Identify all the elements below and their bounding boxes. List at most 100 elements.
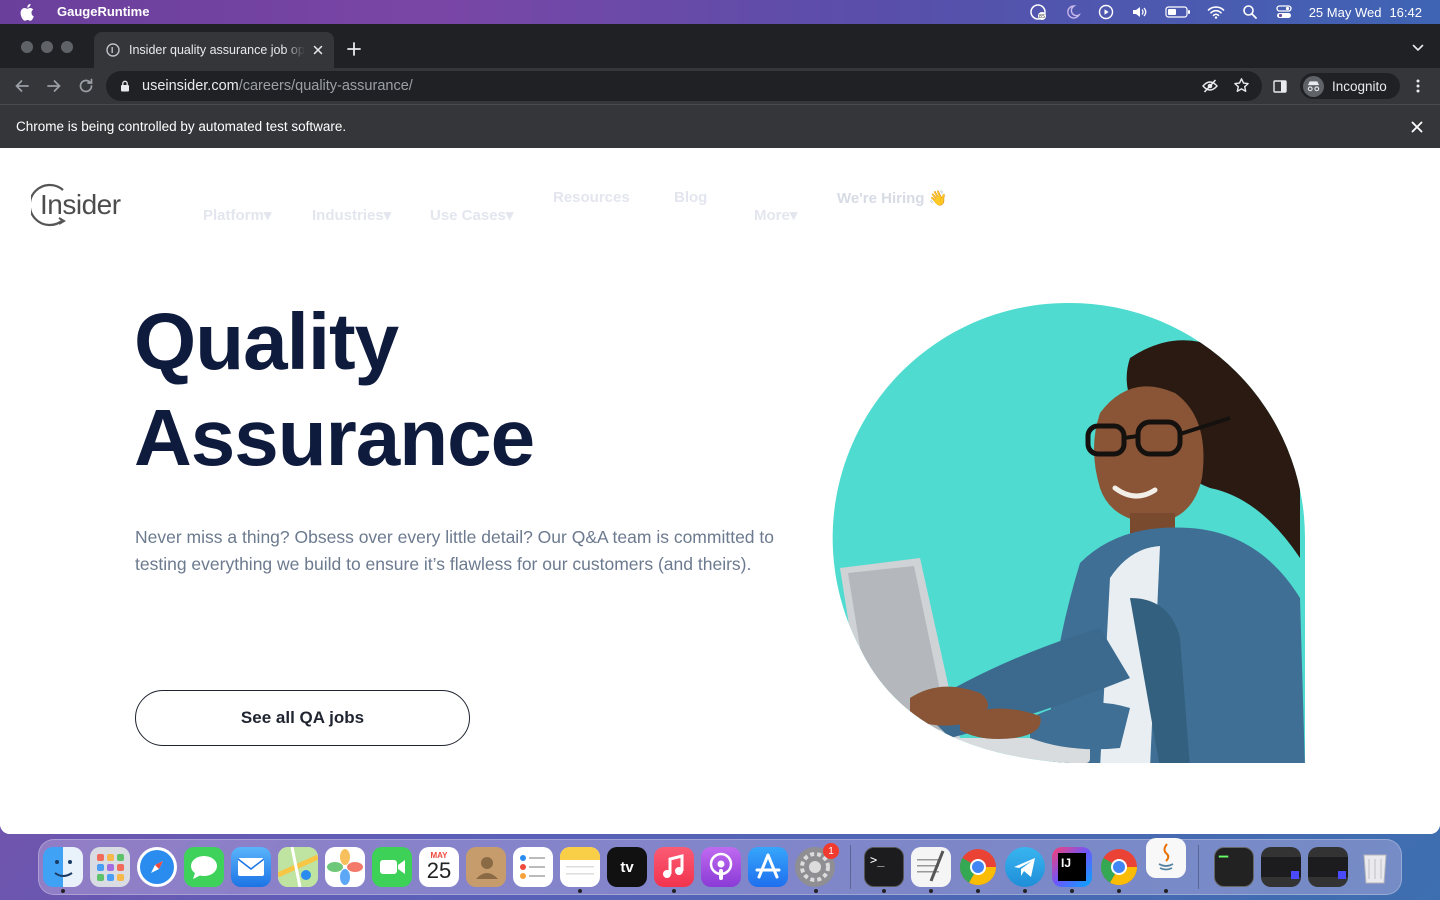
dock-separator <box>850 845 851 889</box>
apple-icon[interactable] <box>20 3 36 21</box>
tab-title: Insider quality assurance job opportunit… <box>129 43 305 57</box>
browser-toolbar: useinsider.com/careers/quality-assurance… <box>0 68 1440 104</box>
textedit-icon[interactable] <box>911 847 951 887</box>
nav-industries[interactable]: Industries▾ <box>312 206 391 224</box>
browser-window: Insider quality assurance job opportunit… <box>0 24 1440 834</box>
close-tab-icon[interactable] <box>311 43 325 57</box>
profile-label: Incognito <box>1332 78 1387 94</box>
chrome-2-icon[interactable] <box>1099 847 1139 887</box>
notes-icon[interactable] <box>560 847 600 887</box>
gauge-badge-icon[interactable]: 85 <box>1029 4 1047 20</box>
photos-icon[interactable] <box>325 847 365 887</box>
java-icon[interactable] <box>1146 838 1186 878</box>
calendar-day: 25 <box>426 857 452 883</box>
maps-icon[interactable] <box>278 847 318 887</box>
intellij-idea-icon[interactable]: IJ <box>1052 847 1092 887</box>
page-description: Never miss a thing? Obsess over every li… <box>135 527 774 574</box>
notes-running-indicator <box>578 889 582 893</box>
finder-icon[interactable] <box>43 847 83 887</box>
address-bar[interactable]: useinsider.com/careers/quality-assurance… <box>106 71 1262 101</box>
insider-favicon-icon <box>106 43 120 57</box>
chrome-menu-icon[interactable] <box>1412 78 1424 94</box>
third-party-cookies-blocked-icon[interactable] <box>1202 78 1218 94</box>
messages-icon[interactable] <box>184 847 224 887</box>
facetime-icon[interactable] <box>372 847 412 887</box>
intellij-label: IJ <box>1058 853 1086 881</box>
chrome-running-indicator <box>976 889 980 893</box>
lock-icon[interactable] <box>120 80 130 92</box>
music-icon[interactable] <box>654 847 694 887</box>
infobar-message: Chrome is being controlled by automated … <box>16 119 347 134</box>
apple-tv-icon[interactable]: tv <box>607 847 647 887</box>
side-panel-icon[interactable] <box>1273 80 1287 93</box>
minimize-window-button[interactable] <box>41 41 53 53</box>
mail-icon[interactable] <box>231 847 271 887</box>
page-title-line-2: Assurance <box>134 393 535 482</box>
new-tab-icon[interactable] <box>346 41 362 57</box>
nav-platform[interactable]: Platform▾ <box>203 206 271 224</box>
menubar-date[interactable]: 25 May Wed <box>1309 5 1382 20</box>
dock-separator-2 <box>1198 845 1199 889</box>
system-preferences-running-indicator <box>814 889 818 893</box>
textedit-running-indicator <box>929 889 933 893</box>
calendar-icon[interactable]: MAY 25 <box>419 847 459 887</box>
play-circle-icon[interactable] <box>1097 4 1115 20</box>
url-path: /careers/quality-assurance/ <box>238 78 413 94</box>
active-app-name[interactable]: GaugeRuntime <box>57 4 149 19</box>
chrome-2-running-indicator <box>1117 889 1121 893</box>
close-window-button[interactable] <box>21 41 33 53</box>
tab-strip: Insider quality assurance job opportunit… <box>0 24 1440 68</box>
finder-running-indicator <box>61 889 65 893</box>
reminders-icon[interactable] <box>513 847 553 887</box>
telegram-running-indicator <box>1023 889 1027 893</box>
terminal-running-indicator <box>882 889 886 893</box>
nav-blog[interactable]: Blog <box>674 189 707 206</box>
music-running-indicator <box>672 889 676 893</box>
page-title-line-1: Quality <box>134 297 399 386</box>
reload-icon[interactable] <box>77 77 95 95</box>
spotlight-search-icon[interactable] <box>1241 4 1259 20</box>
java-running-indicator <box>1164 889 1168 893</box>
minimized-window-1-icon[interactable] <box>1214 847 1254 887</box>
safari-icon[interactable] <box>137 847 177 887</box>
tab-active[interactable]: Insider quality assurance job opportunit… <box>94 32 334 68</box>
minimized-window-2-icon[interactable] <box>1261 847 1301 887</box>
tab-search-chevron-icon[interactable] <box>1412 43 1424 53</box>
telegram-icon[interactable] <box>1005 847 1045 887</box>
nav-hiring[interactable]: We're Hiring 👋 <box>837 189 947 207</box>
terminal-prompt: >_ <box>870 853 885 867</box>
page-title: Quality Assurance <box>134 294 535 486</box>
launchpad-icon[interactable] <box>90 847 130 887</box>
trash-icon[interactable] <box>1355 847 1395 887</box>
insider-logo[interactable]: Insider <box>31 182 131 228</box>
close-infobar-icon[interactable] <box>1410 120 1424 134</box>
menubar-time[interactable]: 16:42 <box>1389 5 1422 20</box>
control-center-icon[interactable] <box>1275 4 1293 20</box>
see-all-qa-jobs-button[interactable]: See all QA jobs <box>135 690 470 746</box>
automation-infobar: Chrome is being controlled by automated … <box>0 104 1440 148</box>
logo-text: Insider <box>40 189 121 220</box>
wifi-icon[interactable] <box>1207 4 1225 20</box>
back-arrow-icon[interactable] <box>13 77 31 95</box>
apple-tv-label: tv <box>620 858 634 876</box>
volume-icon[interactable] <box>1131 4 1149 20</box>
intellij-running-indicator <box>1070 889 1074 893</box>
incognito-profile-button[interactable]: Incognito <box>1300 73 1400 99</box>
bookmark-star-icon[interactable] <box>1233 77 1250 94</box>
zoom-window-button[interactable] <box>61 41 73 53</box>
status-tray: 85 25 May Wed 16:42 <box>1021 0 1440 24</box>
nav-use-cases[interactable]: Use Cases▾ <box>430 206 513 224</box>
app-store-icon[interactable] <box>748 847 788 887</box>
minimized-window-3-icon[interactable] <box>1308 847 1348 887</box>
nav-resources[interactable]: Resources <box>553 189 630 206</box>
chrome-icon[interactable] <box>958 847 998 887</box>
forward-arrow-icon[interactable] <box>45 77 63 95</box>
svg-text:85: 85 <box>1039 14 1045 20</box>
incognito-icon <box>1303 75 1324 97</box>
battery-icon[interactable] <box>1165 4 1191 20</box>
nav-more[interactable]: More▾ <box>754 206 797 224</box>
terminal-icon[interactable]: >_ <box>864 847 904 887</box>
podcasts-icon[interactable] <box>701 847 741 887</box>
contacts-icon[interactable] <box>466 847 506 887</box>
focus-moon-icon[interactable] <box>1063 4 1081 20</box>
